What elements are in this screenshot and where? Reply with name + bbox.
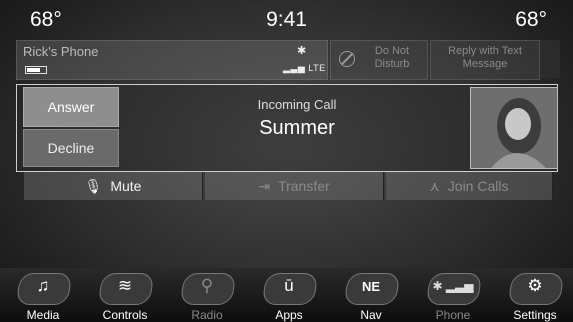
caller-photo (470, 87, 558, 169)
controls-icon: ≋ (117, 276, 133, 295)
bluetooth-icon: ✱ (297, 45, 307, 57)
do-not-disturb-icon (339, 51, 355, 67)
nav-apps[interactable]: ū Apps (254, 268, 324, 322)
phone-name: Rick's Phone (23, 44, 99, 59)
signal-strength-icon: ▂▃▅ LTE (283, 63, 326, 73)
call-actions: 🎙 Mute ⇥ Transfer ⋏ Join Calls (24, 172, 553, 200)
apps-icon: ū (284, 276, 294, 295)
nav-settings[interactable]: ⚙ Settings (500, 268, 570, 322)
radio-tower-icon: ⚲ (200, 276, 214, 295)
incoming-call-panel: Answer Decline Incoming Call Summer (16, 84, 558, 172)
nav-settings-label: Settings (513, 308, 557, 322)
mute-label: Mute (110, 178, 142, 194)
mute-button[interactable]: 🎙 Mute (24, 172, 203, 200)
caller-name: Summer (259, 117, 335, 139)
nav-controls[interactable]: ≋ Controls (90, 268, 160, 322)
reply-side-tab (540, 40, 560, 78)
join-calls-label: Join Calls (447, 178, 509, 194)
battery-icon (25, 66, 47, 74)
nav-phone[interactable]: ✱ ▂▃▅ Phone (418, 268, 488, 322)
nav-apps-label: Apps (275, 308, 303, 322)
phone-icon: ✱ ▂▃▅ (432, 279, 474, 293)
gear-icon: ⚙ (527, 276, 543, 295)
nav-radio[interactable]: ⚲ Radio (172, 268, 242, 322)
transfer-icon: ⇥ (258, 177, 271, 194)
join-calls-icon: ⋏ (429, 177, 440, 194)
reply-text-label: Reply with Text Message (448, 45, 522, 70)
passenger-temperature[interactable]: 68° (515, 8, 547, 32)
infotainment-screen: 68° 9:41 68° Rick's Phone ✱ ▂▃▅ LTE Do N… (0, 0, 573, 322)
microphone-off-icon: 🎙 (84, 177, 103, 194)
answer-button[interactable]: Answer (23, 87, 119, 127)
music-note-icon: ♫ (36, 276, 50, 295)
decline-button[interactable]: Decline (23, 129, 119, 167)
phone-info: Rick's Phone ✱ ▂▃▅ LTE (16, 40, 328, 80)
bottom-nav: ♫ Media ≋ Controls ⚲ Radio ū Apps NE Nav… (0, 268, 573, 322)
compass-icon: NE (361, 279, 381, 294)
network-type: LTE (308, 63, 326, 73)
status-bar: 68° 9:41 68° (0, 0, 573, 40)
nav-media-label: Media (26, 308, 60, 322)
nav-nav-label: Nav (360, 308, 382, 322)
transfer-label: Transfer (278, 178, 330, 194)
incoming-call-label: Incoming Call (257, 97, 337, 112)
join-calls-button[interactable]: ⋏ Join Calls (386, 172, 553, 200)
transfer-button[interactable]: ⇥ Transfer (205, 172, 384, 200)
nav-controls-label: Controls (102, 308, 148, 322)
do-not-disturb-button[interactable]: Do Not Disturb (330, 40, 428, 80)
nav-nav[interactable]: NE Nav (336, 268, 406, 322)
nav-phone-label: Phone (435, 308, 471, 322)
nav-media[interactable]: ♫ Media (8, 268, 78, 322)
reply-text-button[interactable]: Reply with Text Message (430, 40, 540, 80)
do-not-disturb-label: Do Not Disturb (374, 45, 410, 70)
phone-status-bar: Rick's Phone ✱ ▂▃▅ LTE Do Not Disturb Re… (16, 40, 560, 80)
nav-radio-label: Radio (191, 308, 223, 322)
clock: 9:41 (266, 8, 307, 31)
